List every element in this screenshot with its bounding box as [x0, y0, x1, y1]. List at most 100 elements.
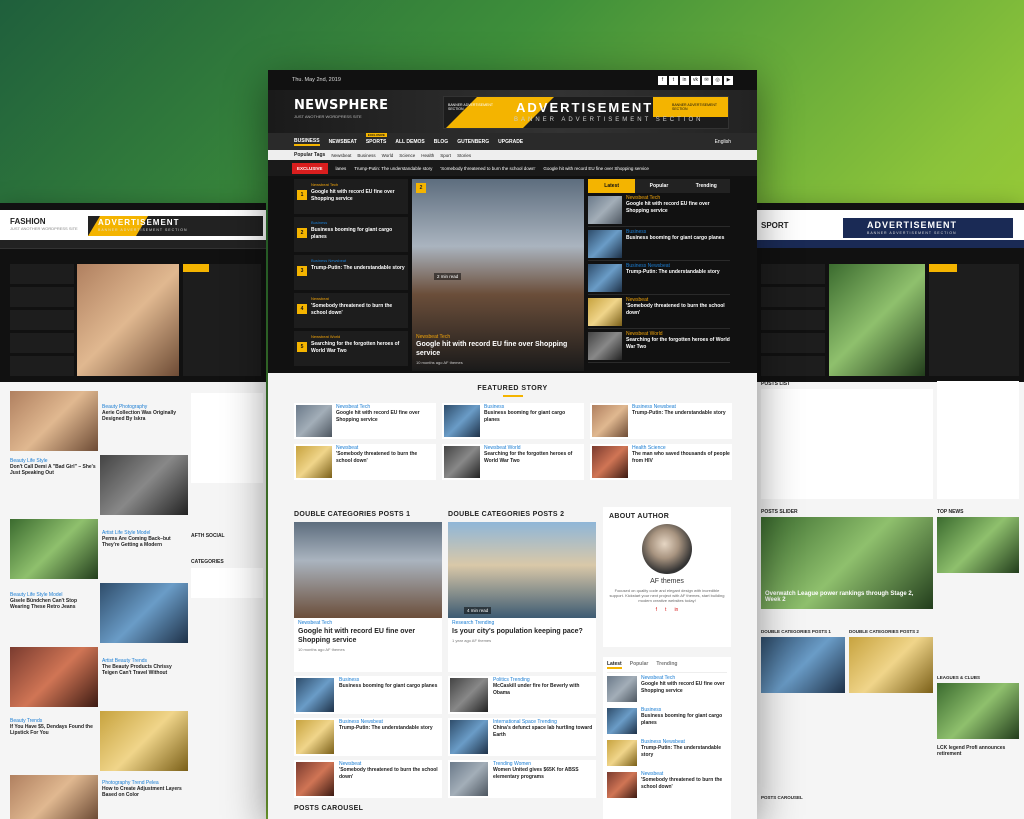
tab-popular[interactable]: Popular: [635, 179, 682, 193]
facebook-icon[interactable]: f: [658, 75, 667, 85]
list-item[interactable]: International Space Trending China's defu…: [448, 718, 596, 756]
linkedin-icon[interactable]: in: [674, 607, 678, 613]
sport-slider-image[interactable]: Overwatch League power rankings through …: [761, 517, 933, 609]
youtube-icon[interactable]: ▶: [724, 75, 733, 85]
list-item[interactable]: Newsbeat Tech Google hit with record EU f…: [607, 673, 727, 705]
post-title[interactable]: Gisele Bündchen Can't Stop Wearing These…: [10, 598, 96, 610]
post-title[interactable]: Business booming for giant cargo planes: [311, 227, 405, 240]
fashion-tabs[interactable]: [183, 264, 261, 376]
post-title[interactable]: 'Somebody threatened to burn the school …: [336, 451, 434, 464]
vk-icon[interactable]: vk: [691, 75, 700, 85]
nav-all-demos[interactable]: ALL DEMOS: [395, 139, 424, 145]
nav-newsbeat[interactable]: NEWSBEAT: [329, 139, 357, 145]
twitter-icon[interactable]: t: [669, 75, 678, 85]
post-title[interactable]: Women United gives $65K for ABSS element…: [493, 767, 594, 780]
fashion-post-image-6[interactable]: [100, 711, 188, 771]
sport-lck-title[interactable]: LCK legend Profi announces retirement: [937, 745, 1019, 757]
fashion-post-image-3[interactable]: [10, 519, 98, 579]
fashion-post-image-4[interactable]: [100, 583, 188, 643]
list-item[interactable]: 5 Newsbeat World Searching for the forgott…: [294, 331, 408, 366]
post-title[interactable]: Business booming for giant cargo planes: [484, 410, 582, 423]
post-category[interactable]: Research Trending: [448, 618, 596, 627]
tag-link[interactable]: World: [382, 153, 394, 158]
featured-card[interactable]: Newsbeat 'Somebody threatened to burn the…: [294, 444, 436, 480]
fashion-hero-image[interactable]: [77, 264, 179, 376]
post-title[interactable]: Business booming for giant cargo planes: [626, 235, 724, 242]
post-title[interactable]: China's defunct space lab hurtling towar…: [493, 725, 594, 738]
ticker-item[interactable]: Trump-Putin: The understandable story: [354, 166, 432, 171]
post-title[interactable]: The Beauty Products Chrissy Teigen Can't…: [102, 664, 188, 676]
post-title[interactable]: Searching for the forgotten heroes of Wo…: [626, 337, 730, 350]
list-item[interactable]: Business Business booming for giant cargo…: [588, 227, 730, 261]
instagram-icon[interactable]: ◎: [713, 75, 722, 85]
facebook-icon[interactable]: f: [656, 607, 657, 613]
list-item[interactable]: 3 Business Newsbeat Trump-Putin: The under…: [294, 255, 408, 290]
sport-top-news-image[interactable]: [937, 517, 1019, 573]
post-title[interactable]: If You Have $5, Dendays Found the Lipsti…: [10, 724, 96, 736]
language-switcher[interactable]: English: [715, 139, 731, 145]
post-title[interactable]: Google hit with record EU fine over Shop…: [336, 410, 434, 423]
list-item[interactable]: Newsbeat Tech Google hit with record EU f…: [588, 193, 730, 227]
post-title[interactable]: Business booming for giant cargo planes: [641, 713, 727, 726]
list-item[interactable]: 4 Newsbeat 'Somebody threatened to burn th…: [294, 293, 408, 328]
ticker-item[interactable]: 'Somebody threatened to burn the school …: [440, 166, 535, 171]
sport-sidebar-tabs[interactable]: [937, 381, 1019, 499]
post-title[interactable]: Trump-Putin: The understandable story: [339, 725, 433, 732]
list-item[interactable]: Business Newsbeat Trump-Putin: The unders…: [294, 718, 442, 756]
sport-tabs[interactable]: [929, 264, 1019, 376]
post-title[interactable]: Perms Are Coming Back–but They're Gettin…: [102, 536, 188, 548]
hero-title[interactable]: Google hit with record EU fine over Shop…: [416, 340, 580, 358]
tag-link[interactable]: Stories: [457, 153, 471, 158]
list-item[interactable]: 1 Newsbeat Tech Google hit with record EU …: [294, 179, 408, 214]
post-title[interactable]: Google hit with record EU fine over Shop…: [641, 681, 727, 694]
nav-upgrade[interactable]: UPGRADE: [498, 139, 523, 145]
fashion-post-image-7[interactable]: [10, 775, 98, 819]
list-item[interactable]: Newsbeat World Searching for the forgotte…: [588, 329, 730, 363]
list-item[interactable]: Newsbeat 'Somebody threatened to burn the…: [588, 295, 730, 329]
post-title[interactable]: The man who saved thousands of people fr…: [632, 451, 730, 464]
mail-icon[interactable]: ✉: [702, 75, 711, 85]
post-title[interactable]: Trump-Putin: The understandable story: [626, 269, 720, 276]
tag-link[interactable]: Business: [357, 153, 375, 158]
post-title[interactable]: Is your city's population keeping pace?: [448, 627, 596, 636]
post-title[interactable]: Google hit with record EU fine over Shop…: [311, 189, 405, 202]
tab-trending[interactable]: Trending: [656, 661, 677, 669]
list-item[interactable]: Newsbeat 'Somebody threatened to burn the…: [294, 760, 442, 798]
featured-card[interactable]: Newsbeat World Searching for the forgotte…: [442, 444, 584, 480]
list-item[interactable]: Business Business booming for giant cargo…: [294, 676, 442, 714]
post-title[interactable]: McCaskill under fire for Beverly with Ob…: [493, 683, 594, 696]
post-title[interactable]: Business booming for giant cargo planes: [339, 683, 437, 690]
post-category[interactable]: Newsbeat: [311, 296, 405, 301]
post-title[interactable]: 'Somebody threatened to burn the school …: [339, 767, 440, 780]
list-item[interactable]: Business Newsbeat Trump-Putin: The unders…: [607, 737, 727, 769]
list-item[interactable]: Trending Women Women United gives $65K fo…: [448, 760, 596, 798]
list-item[interactable]: Business Business booming for giant cargo…: [607, 705, 727, 737]
linkedin-icon[interactable]: in: [680, 75, 689, 85]
twitter-icon[interactable]: t: [665, 607, 666, 613]
list-item[interactable]: Politics Trending McCaskill under fire fo…: [448, 676, 596, 714]
post-title[interactable]: 'Somebody threatened to burn the school …: [626, 303, 730, 316]
tab-popular[interactable]: Popular: [630, 661, 649, 669]
hero-post[interactable]: 2 2 min read Newsbeat Tech Google hit wi…: [412, 179, 584, 371]
post-title[interactable]: Trump-Putin: The understandable story: [632, 410, 726, 417]
header-ad-banner[interactable]: BANNER ADVERTISEMENT SECTION ADVERTISEME…: [443, 96, 729, 129]
nav-gutenberg[interactable]: GUTENBERG: [457, 139, 489, 145]
author-name[interactable]: AF themes: [609, 578, 725, 585]
fashion-post-image-1[interactable]: [10, 391, 98, 451]
post-title[interactable]: How to Create Adjustment Layers Based on…: [102, 786, 188, 798]
post-title[interactable]: Don't Call Demi A "Bad Girl" – She's Jus…: [10, 464, 96, 476]
author-avatar[interactable]: [642, 524, 692, 574]
tab-latest[interactable]: Latest: [607, 661, 622, 669]
dc2-big-post[interactable]: 4 min read Research Trending Is your cit…: [448, 522, 596, 672]
dc1-big-post[interactable]: Newsbeat Tech Google hit with record EU …: [294, 522, 442, 672]
tag-link[interactable]: Sport: [440, 153, 451, 158]
post-title[interactable]: Searching for the forgotten heroes of Wo…: [484, 451, 582, 464]
post-title[interactable]: Trump-Putin: The understandable story: [641, 745, 727, 758]
post-title[interactable]: Searching for the forgotten heroes of Wo…: [311, 341, 405, 354]
nav-blog[interactable]: BLOG: [434, 139, 448, 145]
tag-link[interactable]: Science: [399, 153, 415, 158]
featured-card[interactable]: Health Science The man who saved thousand…: [590, 444, 732, 480]
nav-business[interactable]: BUSINESS: [294, 138, 320, 146]
fashion-post-image-2[interactable]: [100, 455, 188, 515]
tab-latest[interactable]: Latest: [588, 179, 636, 193]
